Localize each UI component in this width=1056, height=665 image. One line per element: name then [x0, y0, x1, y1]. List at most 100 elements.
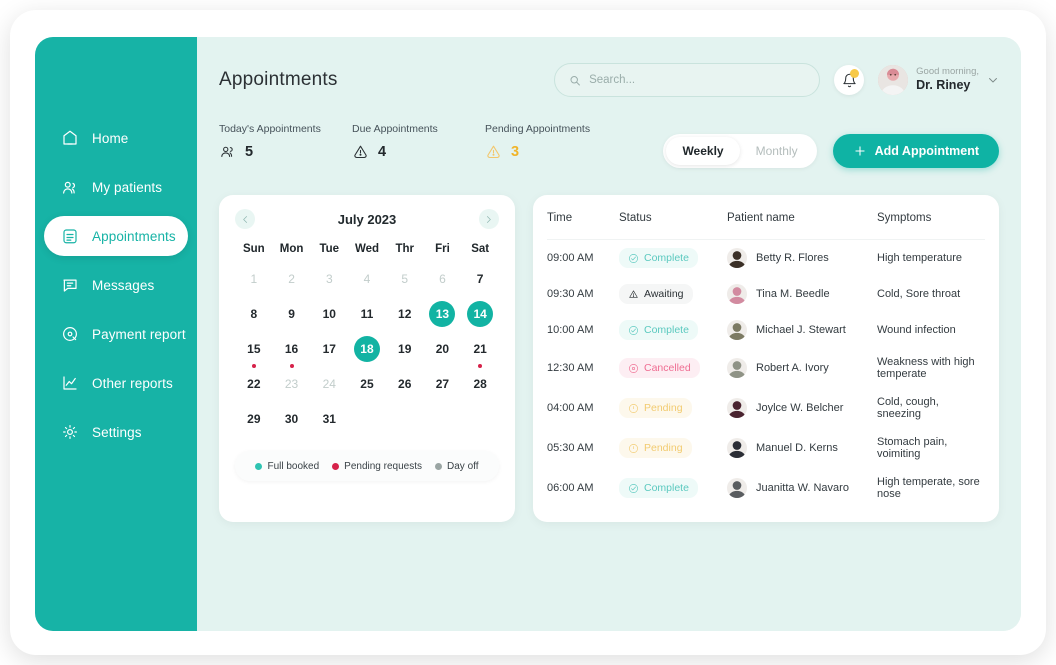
- search-input[interactable]: [589, 74, 806, 86]
- calendar-day[interactable]: 31: [310, 406, 348, 441]
- calendar-day[interactable]: 17: [310, 336, 348, 371]
- calendar-day[interactable]: 10: [310, 301, 348, 336]
- calendar-day[interactable]: 9: [273, 301, 311, 336]
- cell-time: 04:00 AM: [547, 402, 594, 414]
- calendar-day-number: 11: [360, 307, 374, 321]
- calendar-day[interactable]: 8: [235, 301, 273, 336]
- calendar-day[interactable]: 26: [386, 371, 424, 406]
- table-row[interactable]: 04:00 AM Pending Joylce W. Belcher Cold, co…: [547, 388, 985, 428]
- calendar-day[interactable]: 5: [386, 266, 424, 301]
- sidebar-item-messages[interactable]: Messages: [44, 265, 188, 305]
- avatar: [727, 398, 747, 418]
- stat-card: Today's Appointments 5: [219, 123, 352, 160]
- patient-cell: Michael J. Stewart: [727, 320, 877, 340]
- status-badge: Complete: [619, 248, 698, 268]
- sidebar-item-label: My patients: [92, 179, 163, 195]
- table-row[interactable]: 05:30 AM Pending Manuel D. Kerns Stomach pa…: [547, 428, 985, 468]
- view-toggle[interactable]: Weekly Monthly: [663, 134, 817, 168]
- calendar-weekday: Thr: [395, 243, 414, 255]
- stat-label: Pending Appointments: [485, 123, 591, 135]
- calendar-prev-button[interactable]: [235, 209, 255, 229]
- calendar-day[interactable]: 1: [235, 266, 273, 301]
- chart-icon: [63, 376, 77, 390]
- stat-value-wrap: 4: [352, 143, 485, 160]
- appointments-table: Time Status Patient name Symptoms 09:00 …: [547, 195, 985, 508]
- calendar-grid: Sun Mon Tue Wed Thr Fri Sat 1 2 3 4 5 6 7 8 9 10 11 12 13 14…: [235, 243, 499, 441]
- table-row[interactable]: 06:00 AM Complete Juanitta W. Navaro High t…: [547, 468, 985, 508]
- sidebar-item-my-patients[interactable]: My patients: [44, 167, 188, 207]
- stat-label: Due Appointments: [352, 123, 438, 135]
- table-row[interactable]: 12:30 AM Cancelled Robert A. Ivory Weakness…: [547, 348, 985, 388]
- calendar-day[interactable]: 22: [235, 371, 273, 406]
- chevron-down-icon[interactable]: [987, 74, 999, 86]
- calendar-day[interactable]: 28: [461, 371, 499, 406]
- calendar-day[interactable]: 25: [348, 371, 386, 406]
- calendar-day[interactable]: 21: [461, 336, 499, 371]
- calendar-day[interactable]: 12: [386, 301, 424, 336]
- table-row[interactable]: 10:00 AM Complete Michael J. Stewart Wound …: [547, 312, 985, 348]
- calendar-day[interactable]: 30: [273, 406, 311, 441]
- calendar-day[interactable]: 6: [424, 266, 462, 301]
- calendar-day[interactable]: 3: [310, 266, 348, 301]
- stats-row: Today's Appointments 5 Due Appointments 4 Pe…: [219, 123, 999, 191]
- calendar-day[interactable]: 15: [235, 336, 273, 371]
- calendar-day-number: 17: [322, 342, 336, 356]
- check-circle: [629, 253, 638, 263]
- calendar-next-button[interactable]: [478, 209, 499, 229]
- status-badge: Complete: [619, 320, 698, 340]
- sidebar-item-other-reports[interactable]: Other reports: [44, 363, 188, 403]
- plus-icon: [855, 146, 865, 156]
- profile-menu[interactable]: Good morning, Dr. Riney: [878, 65, 999, 95]
- calendar-day-number: 29: [247, 412, 261, 426]
- calendar-day[interactable]: 2: [273, 266, 311, 301]
- status-label: Complete: [644, 482, 689, 494]
- sidebar: Home My patients Appointments Messages Payme…: [35, 37, 197, 631]
- sidebar-item-settings[interactable]: Settings: [44, 412, 188, 452]
- sidebar-item-label: Appointments: [92, 228, 176, 244]
- calendar-day-number: 22: [247, 377, 261, 391]
- table-row[interactable]: 09:00 AM Complete Betty R. Flores High temp…: [547, 240, 985, 277]
- search-box[interactable]: [554, 63, 821, 97]
- calendar-day[interactable]: 18: [348, 336, 386, 371]
- calendar-weekday: Mon: [279, 243, 304, 255]
- sidebar-item-home[interactable]: Home: [44, 118, 188, 158]
- status-label: Complete: [644, 324, 689, 336]
- calendar-day[interactable]: 19: [386, 336, 424, 371]
- legend-swatch: [255, 462, 263, 470]
- calendar-weekday: Tue: [319, 243, 340, 255]
- avatar: [878, 65, 909, 95]
- notifications-button[interactable]: [834, 65, 865, 95]
- legend-item: Pending requests: [332, 461, 422, 472]
- calendar-day[interactable]: 7: [461, 266, 499, 301]
- sidebar-item-appointments[interactable]: Appointments: [44, 216, 188, 256]
- toggle-monthly[interactable]: Monthly: [740, 137, 814, 165]
- table-row[interactable]: 09:30 AM Awaiting Tina M. Beedle Cold, Sore…: [547, 276, 985, 312]
- calendar-day-number: 5: [401, 272, 409, 286]
- add-appointment-button[interactable]: Add Appointment: [832, 134, 999, 168]
- patient-cell: Juanitta W. Navaro: [727, 478, 877, 498]
- calendar-header: July 2023: [235, 209, 499, 229]
- cell-status: Complete: [619, 240, 727, 277]
- calendar-day[interactable]: 27: [424, 371, 462, 406]
- calendar-day[interactable]: 20: [424, 336, 462, 371]
- calendar-day[interactable]: 4: [348, 266, 386, 301]
- legend-label: Full booked: [267, 460, 320, 472]
- calendar-day[interactable]: 13: [424, 301, 462, 336]
- sidebar-item-label: Payment report: [92, 326, 186, 342]
- sidebar-item-payment-report[interactable]: Payment report: [44, 314, 188, 354]
- chevron-right-icon: [487, 215, 492, 223]
- calendar-day[interactable]: 24: [310, 371, 348, 406]
- calendar-day[interactable]: 11: [348, 301, 386, 336]
- calendar-day[interactable]: 14: [461, 301, 499, 336]
- calendar-day[interactable]: 23: [273, 371, 311, 406]
- cell-symptoms: Cold, cough, sneezing: [877, 396, 939, 420]
- calendar-day-number: 4: [363, 272, 371, 286]
- calendar-day-number: 6: [439, 272, 446, 286]
- calendar-day[interactable]: 16: [273, 336, 311, 371]
- toggle-weekly[interactable]: Weekly: [666, 137, 740, 165]
- calendar-card: July 2023 Sun Mon Tue Wed Thr Fri Sat 1 2 3 4 5 6 7 8 9…: [219, 195, 515, 522]
- status-badge: Awaiting: [619, 284, 693, 304]
- legend-item: Day off: [435, 461, 479, 472]
- cell-symptoms: Wound infection: [877, 324, 956, 336]
- calendar-day[interactable]: 29: [235, 406, 273, 441]
